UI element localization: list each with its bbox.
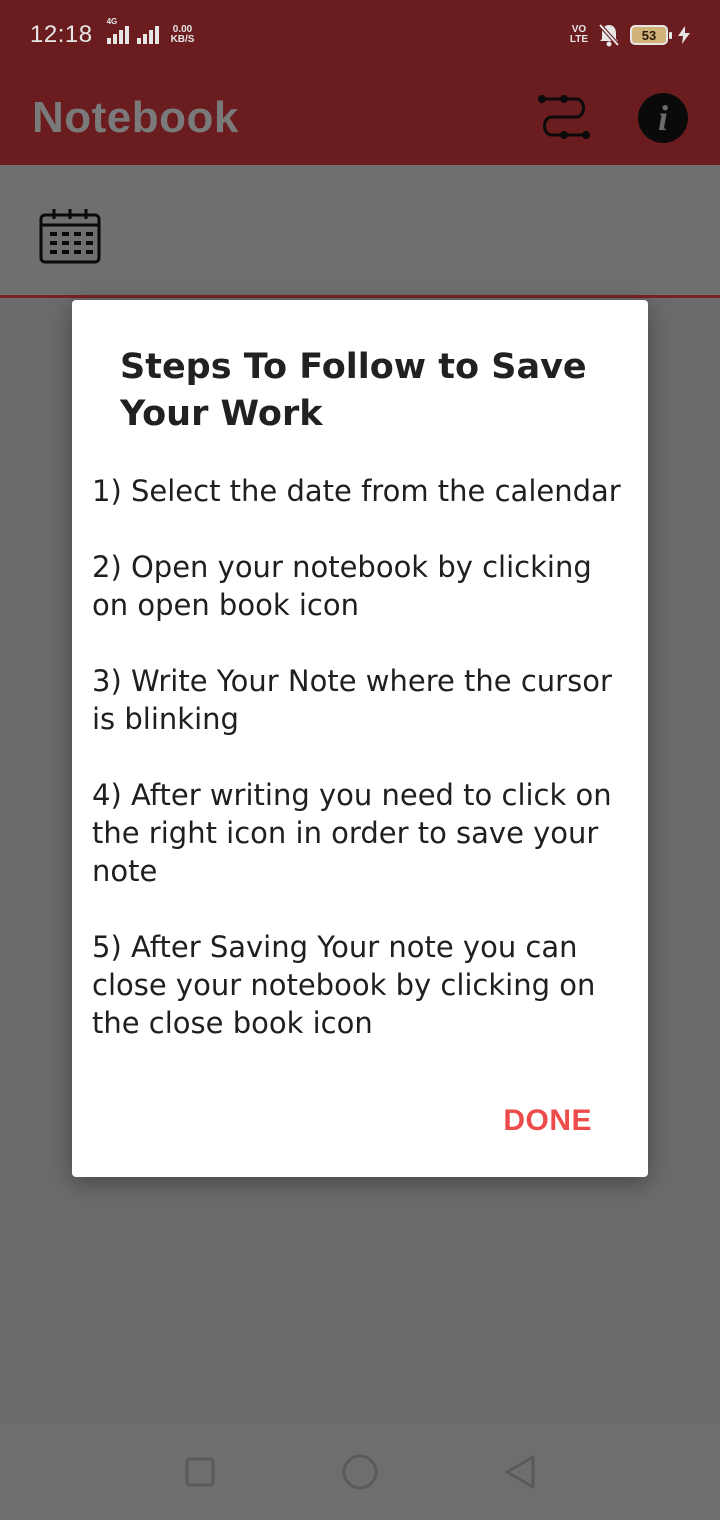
app-bar: Notebook i <box>0 70 720 165</box>
volte-icon: VO LTE <box>570 25 588 45</box>
step-item: 5) After Saving Your note you can close … <box>92 930 596 1040</box>
info-glyph: i <box>657 97 668 138</box>
net-speed-unit: KB/S <box>170 34 195 45</box>
volte-bottom: LTE <box>569 34 588 45</box>
info-icon[interactable]: i <box>638 92 688 143</box>
charging-icon <box>678 26 690 44</box>
battery-icon: 53 <box>630 25 672 45</box>
step-item: 4) After writing you need to click on th… <box>92 778 612 888</box>
home-button[interactable] <box>340 1452 380 1492</box>
app-actions: i <box>538 92 688 143</box>
circle-icon <box>342 1454 378 1490</box>
battery-level: 53 <box>641 27 657 43</box>
step-item: 2) Open your notebook by clicking on ope… <box>92 550 592 622</box>
back-triangle-icon <box>505 1455 535 1489</box>
nav-bar <box>0 1424 720 1520</box>
bell-off-icon <box>598 23 620 47</box>
dialog-body: 1) Select the date from the calendar 2) … <box>92 472 632 1080</box>
network-type-label: 4G <box>106 17 118 26</box>
back-button[interactable] <box>500 1452 540 1492</box>
step-item: 3) Write Your Note where the cursor is b… <box>92 664 612 736</box>
net-speed: 0.00 KB/S <box>171 25 195 45</box>
signal-icon <box>136 26 159 44</box>
status-left-icons: 4G 0.00 KB/S <box>106 17 195 45</box>
switch-icon[interactable] <box>538 93 590 143</box>
calendar-strip <box>0 165 720 298</box>
signal-4g-icon: 4G <box>106 17 129 44</box>
instructions-dialog: Steps To Follow to Save Your Work 1) Sel… <box>72 300 648 1177</box>
screen: 12:18 4G 0.00 KB/S VO LTE 53 Notebook i … <box>0 0 720 1520</box>
status-right-icons: VO LTE 53 <box>570 23 690 47</box>
status-bar: 12:18 4G 0.00 KB/S VO LTE 53 <box>0 0 720 70</box>
recents-button[interactable] <box>180 1452 220 1492</box>
app-title: Notebook <box>32 92 239 142</box>
done-button[interactable]: DONE <box>503 1104 592 1138</box>
dialog-title: Steps To Follow to Save Your Work <box>120 347 587 434</box>
status-time: 12:18 <box>30 21 93 48</box>
step-item: 1) Select the date from the calendar <box>92 474 621 508</box>
calendar-icon[interactable] <box>38 207 102 265</box>
square-icon <box>185 1457 215 1487</box>
